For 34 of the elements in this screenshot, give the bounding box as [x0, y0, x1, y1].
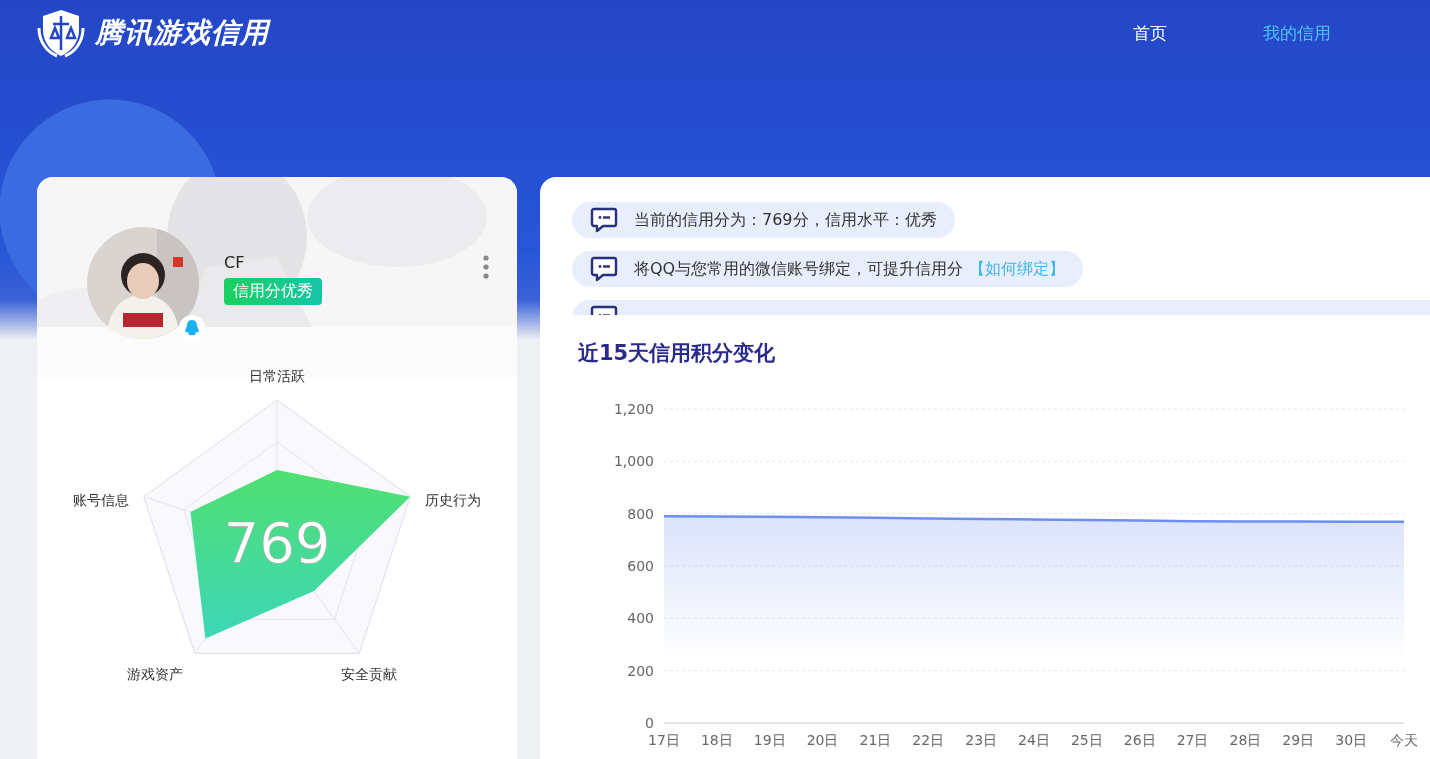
notice-text: 当前的信用分为：769分，信用水平：优秀 [634, 209, 937, 231]
x-tick-label: 22日 [912, 732, 945, 748]
x-tick-label: 25日 [1070, 732, 1103, 748]
x-tick-label: 24日 [1018, 732, 1050, 748]
x-tick-label: 30日 [1335, 732, 1368, 748]
radar-label: 账号信息 [73, 492, 129, 508]
y-tick-label: 400 [627, 610, 654, 627]
nav-link[interactable]: 我的信用 [1263, 21, 1331, 45]
y-tick-label: 0 [645, 715, 654, 731]
x-tick-label: 21日 [859, 732, 892, 748]
x-tick-label: 28日 [1229, 732, 1262, 748]
x-tick-label: 18日 [700, 732, 733, 748]
x-tick-label: 23日 [965, 732, 998, 748]
x-tick-label: 29日 [1282, 732, 1315, 748]
x-tick-label: 27日 [1176, 732, 1209, 748]
x-tick-label: 20日 [806, 732, 839, 748]
radar-label: 安全贡献 [341, 666, 397, 682]
chart-title: 近15天信用积分变化 [578, 340, 776, 367]
x-tick-label: 26日 [1123, 732, 1156, 748]
nav-link[interactable]: 首页 [1133, 21, 1167, 45]
bind-link[interactable]: 【如何绑定】 [969, 258, 1066, 278]
y-tick-label: 1,000 [613, 453, 654, 470]
y-tick-label: 600 [627, 558, 654, 574]
x-tick-label: 17日 [648, 732, 680, 748]
y-tick-label: 800 [627, 505, 654, 522]
site-title: 腾讯游戏信用 [95, 15, 269, 51]
radar-label: 历史行为 [425, 492, 481, 508]
credit-score: 769 [223, 510, 331, 575]
y-tick-label: 200 [627, 662, 654, 679]
x-tick-label: 19日 [753, 732, 786, 748]
notice-text: 将QQ与您常用的微信账号绑定，可提升信用分 【如何绑定】 [634, 258, 1066, 280]
y-tick-label: 1,200 [613, 401, 654, 417]
x-tick-label: 今天 [1390, 732, 1418, 748]
radar-label: 游戏资产 [127, 666, 183, 682]
